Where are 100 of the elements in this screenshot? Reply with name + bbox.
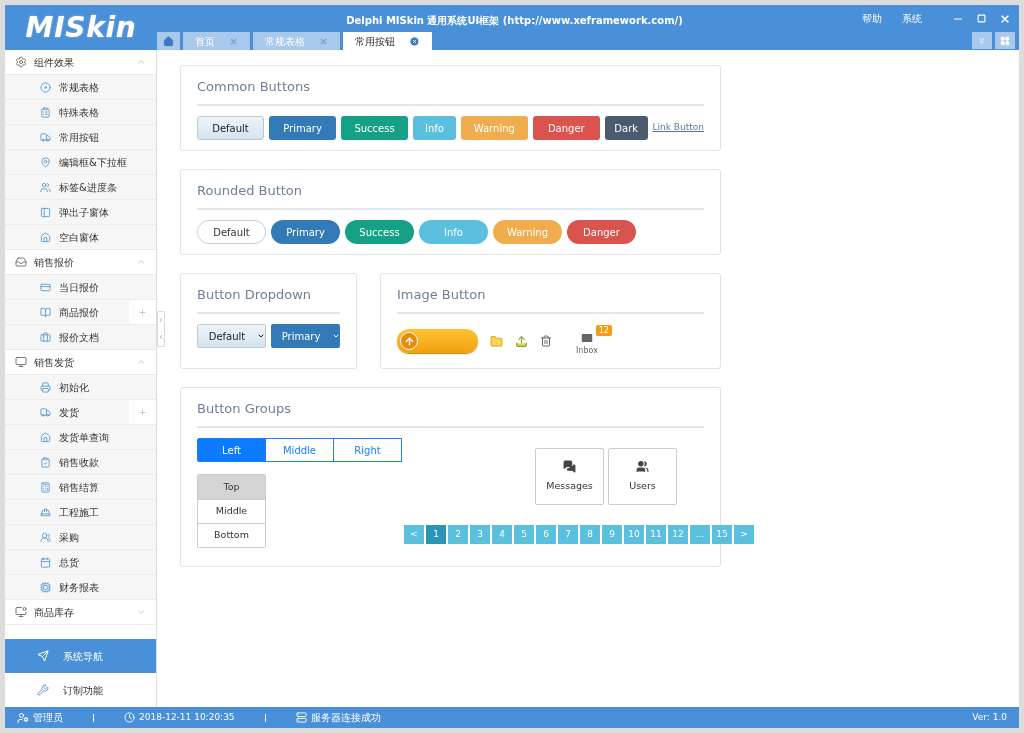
button[interactable]: Success (345, 220, 414, 244)
sidebar-item[interactable]: 当日报价 (5, 275, 156, 300)
sidebar-toggle[interactable] (157, 310, 165, 347)
sidebar-item[interactable]: 编辑框&下拉框 (5, 150, 156, 175)
group-button[interactable]: Right (333, 438, 402, 462)
clipboard-icon (40, 456, 51, 468)
panel-icon (40, 206, 51, 218)
sidebar-item[interactable]: 总货 (5, 550, 156, 575)
item-label: 当日报价 (59, 280, 100, 295)
server-status: 服务器连接成功 (310, 711, 381, 725)
gear-icon (15, 56, 27, 68)
tray-icon (15, 256, 27, 268)
dropdown-button[interactable]: Primary (271, 324, 340, 348)
inbox-button[interactable]: Inbox 12 (576, 325, 612, 357)
sidebar-item[interactable]: 初始化 (5, 375, 156, 400)
trash-icon[interactable] (540, 335, 552, 347)
sidebar-item[interactable]: 报价文档 (5, 325, 156, 350)
sidebar-item[interactable]: 采购 (5, 525, 156, 550)
item-label: 财务报表 (59, 580, 100, 595)
add-button[interactable] (129, 400, 156, 424)
tile-button[interactable]: Messages (535, 448, 604, 505)
plus-icon (138, 407, 147, 417)
group-label: 销售报价 (34, 255, 75, 270)
grid-button[interactable] (995, 32, 1015, 49)
house-icon (40, 231, 51, 243)
item-label: 销售结算 (59, 480, 100, 495)
users-icon (636, 459, 649, 473)
button[interactable]: Danger (567, 220, 636, 244)
upload-icon[interactable] (515, 334, 528, 348)
button[interactable]: Primary (269, 116, 337, 140)
chevrons-down-icon (977, 35, 987, 46)
group-button[interactable]: Left (197, 438, 266, 462)
sidebar-item[interactable]: 销售收款 (5, 450, 156, 475)
card-title: Rounded Button (197, 183, 303, 198)
sidebar-item[interactable]: 发货单查询 (5, 425, 156, 450)
group-button[interactable]: Bottom (198, 523, 265, 547)
close-icon[interactable] (409, 35, 420, 47)
chevron-down-icon (136, 607, 146, 617)
calendar-icon (40, 556, 51, 568)
chevron-up-icon (136, 57, 146, 67)
menu-item[interactable]: 系统 (902, 11, 922, 26)
item-label: 采购 (59, 530, 80, 545)
chip-icon (40, 581, 51, 593)
card-title: Button Dropdown (197, 287, 312, 302)
arrow-up-icon (400, 332, 418, 350)
app-logo: MISkin (25, 9, 137, 46)
upload-button[interactable] (397, 329, 478, 353)
page-button[interactable]: 1 (426, 525, 446, 544)
sidebar-item[interactable]: 商品报价 (5, 300, 156, 325)
group-button[interactable]: Middle (265, 438, 334, 462)
group-button[interactable]: Top (198, 475, 265, 499)
card-icon (40, 281, 51, 293)
pin-icon (40, 156, 51, 168)
sidebar-item[interactable]: 常规表格 (5, 75, 156, 100)
home-tab[interactable] (157, 32, 180, 50)
menu-item[interactable]: 帮助 (862, 11, 882, 26)
close-icon[interactable] (999, 12, 1011, 25)
nav-label: 系统导航 (63, 649, 103, 664)
sidebar-item[interactable]: 销售结算 (5, 475, 156, 500)
sidebar-item[interactable]: 标签&进度条 (5, 175, 156, 200)
card-title: Image Button (397, 287, 486, 302)
button[interactable]: Default (197, 116, 265, 140)
sidebar-item[interactable]: 空白窗体 (5, 225, 156, 250)
count-badge: 12 (595, 325, 612, 336)
button[interactable]: Primary (271, 220, 340, 244)
tab[interactable]: 常用按钮 (343, 32, 432, 50)
item-label: 发货单查询 (59, 430, 110, 445)
sidebar-item[interactable]: 弹出子窗体 (5, 200, 156, 225)
tile-button[interactable]: Users (608, 448, 677, 505)
tab-label: 常用按钮 (355, 34, 395, 49)
sidebar-item[interactable]: 发货 (5, 400, 156, 425)
button[interactable]: Success (341, 116, 409, 140)
button[interactable]: Default (197, 220, 266, 244)
date-time: 2018-12-11 10:20:35 (139, 710, 235, 724)
add-button[interactable] (129, 300, 156, 324)
folder-icon[interactable] (490, 334, 503, 348)
button[interactable]: Dark (604, 116, 648, 140)
sidebar-item[interactable]: 工程施工 (5, 500, 156, 525)
book-icon (40, 306, 51, 318)
chat-icon (563, 459, 576, 473)
maximize-icon[interactable] (977, 14, 986, 23)
link-button[interactable]: Link Button (652, 121, 704, 135)
send-icon (37, 650, 49, 662)
disc-icon (40, 81, 51, 93)
dropdown-button[interactable]: Default (197, 324, 266, 348)
button[interactable]: Danger (532, 116, 600, 140)
sidebar-item[interactable]: 财务报表 (5, 575, 156, 600)
monitor-icon (15, 606, 27, 618)
nav-button[interactable]: 系统导航 (5, 639, 156, 673)
sidebar-item[interactable]: 常用按钮 (5, 125, 156, 150)
sidebar-item[interactable]: 特殊表格 (5, 100, 156, 125)
chevron-up-icon (136, 257, 146, 267)
card-title: Common Buttons (197, 79, 310, 94)
nav-label: 订制功能 (63, 683, 103, 698)
clock-icon (124, 712, 135, 723)
item-label: 初始化 (59, 380, 90, 395)
item-label: 工程施工 (59, 505, 100, 520)
collapse-button[interactable] (972, 32, 992, 49)
chevron-left-icon (158, 333, 164, 341)
item-label: 报价文档 (59, 330, 100, 345)
